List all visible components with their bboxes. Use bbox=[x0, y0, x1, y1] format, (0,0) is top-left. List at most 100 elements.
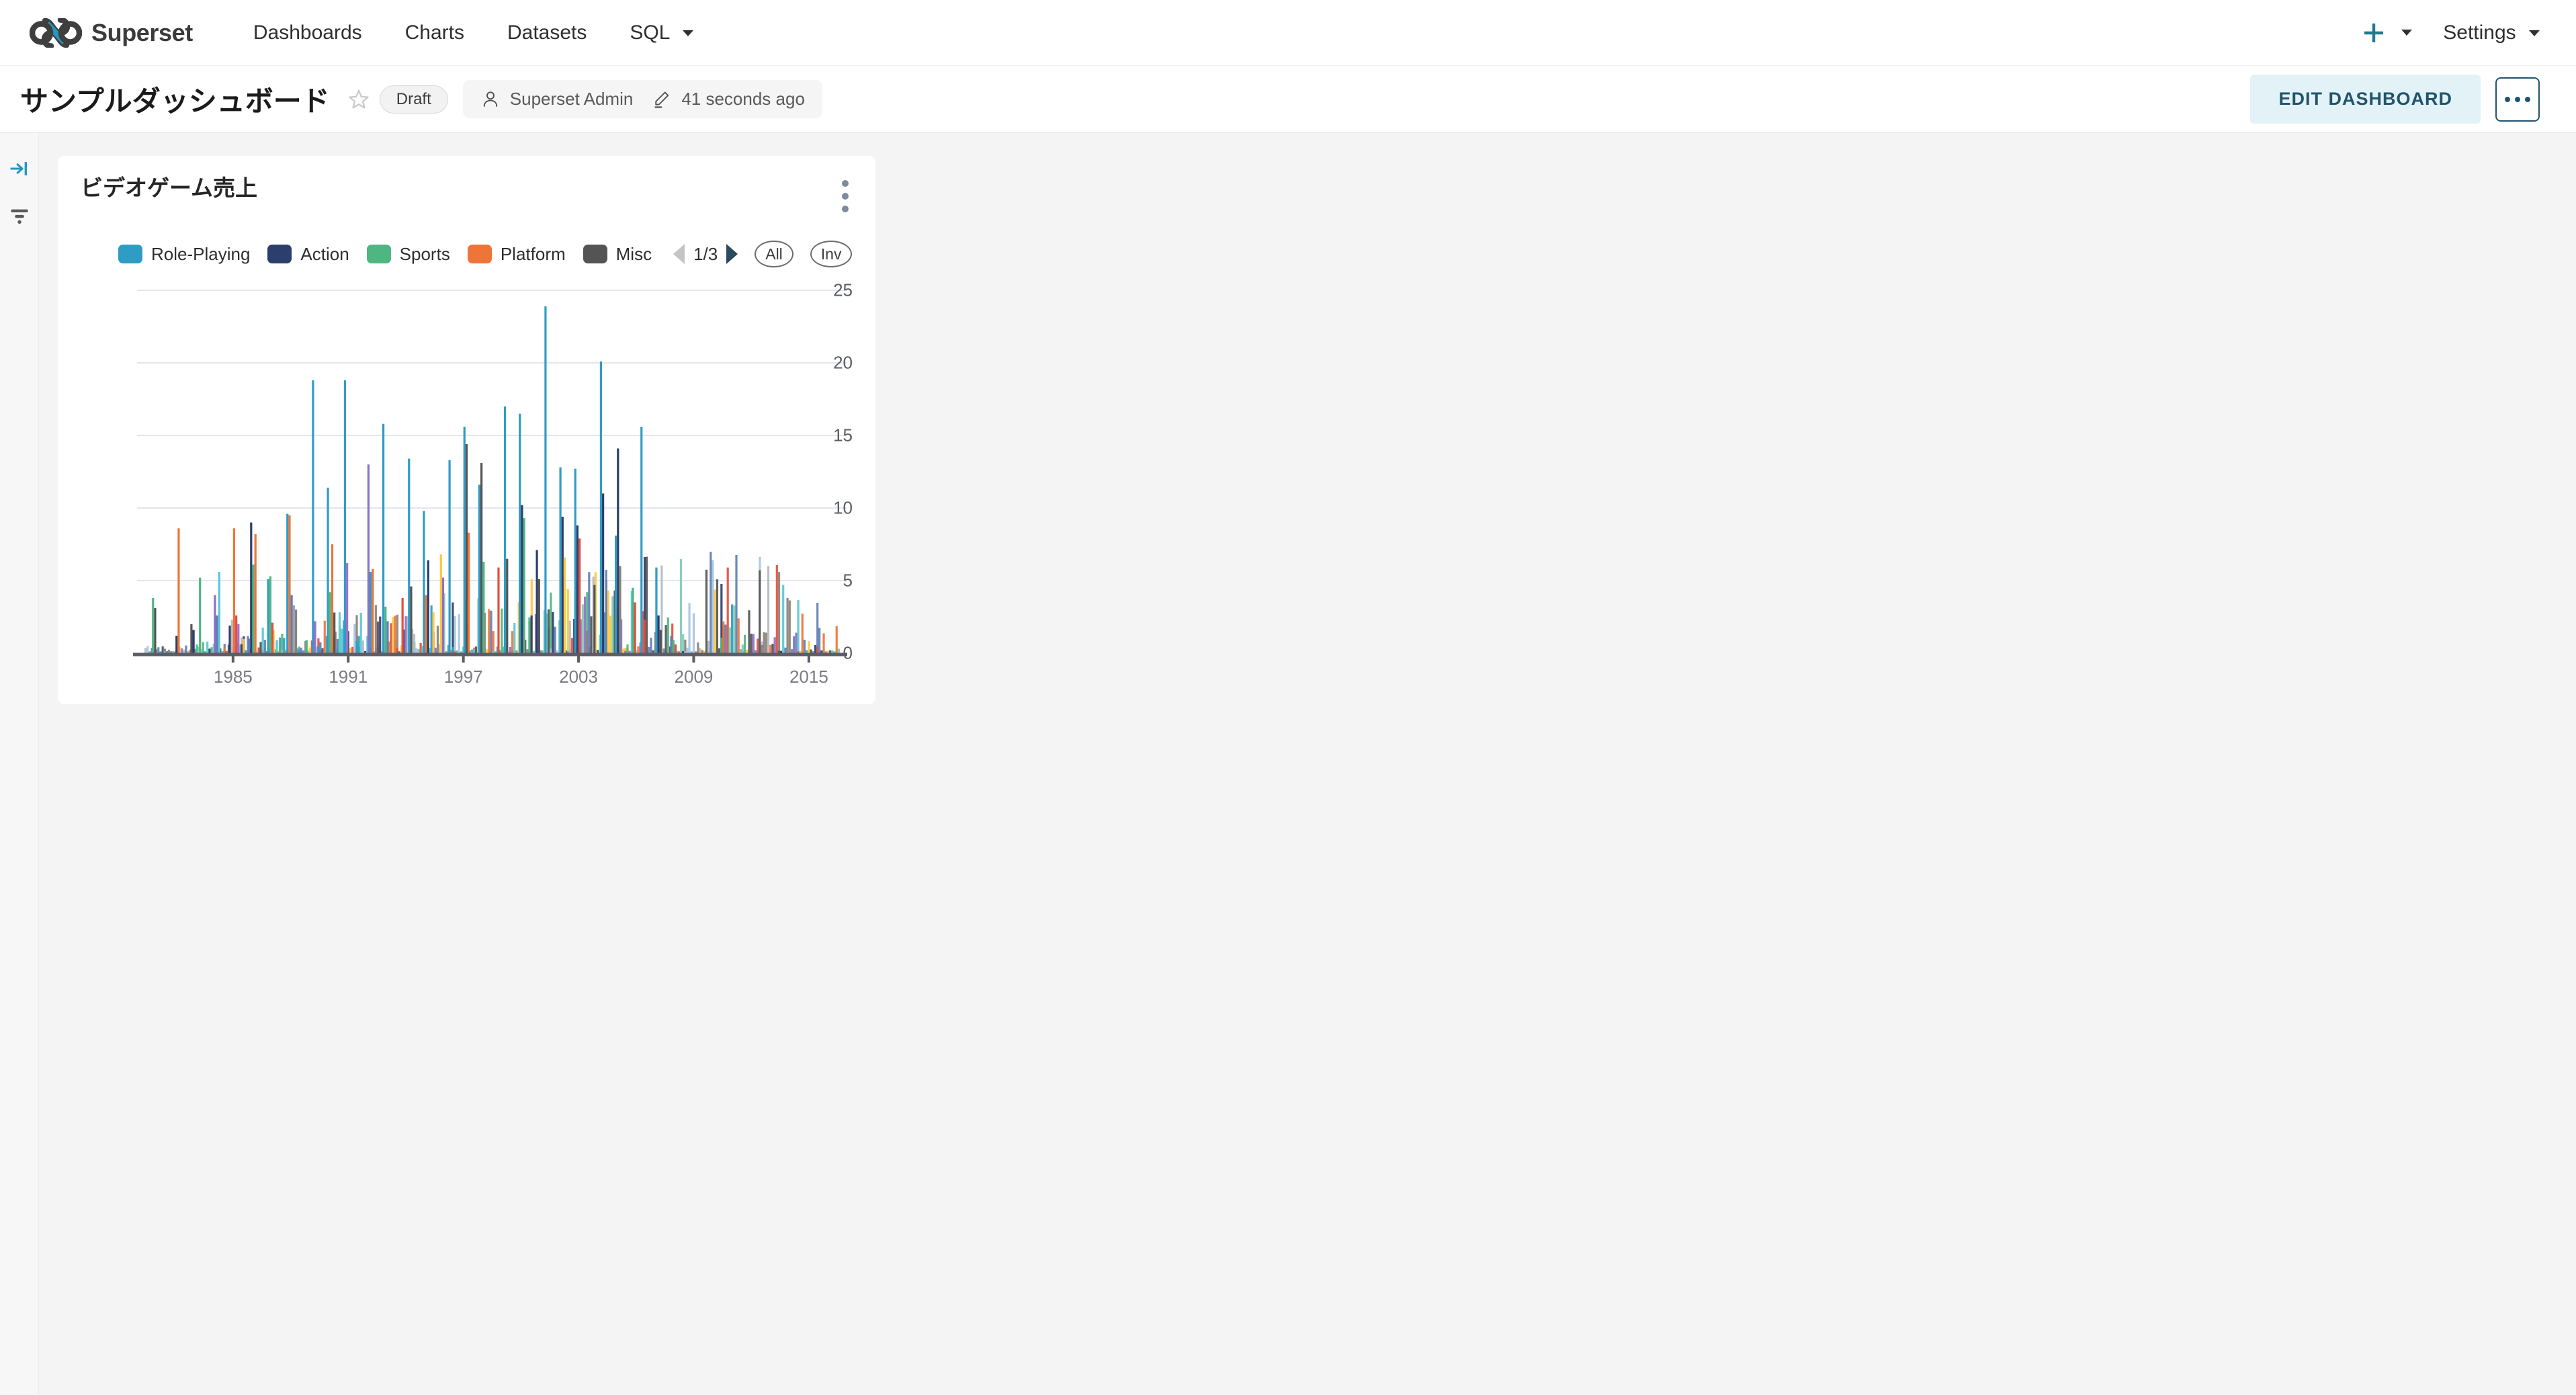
chart-bar bbox=[722, 622, 725, 654]
user-icon bbox=[480, 89, 501, 110]
chart-bar bbox=[506, 559, 509, 654]
chart-bar bbox=[607, 591, 609, 654]
triangle-left-icon[interactable] bbox=[673, 244, 685, 265]
chart-bar bbox=[250, 523, 253, 654]
legend-swatch-icon bbox=[366, 245, 391, 264]
legend-invert-button[interactable]: Inv bbox=[810, 241, 853, 268]
chart-bar bbox=[218, 572, 220, 654]
chart-legend: Role-Playing Action Sports Platform Misc bbox=[81, 241, 853, 268]
chart-bar bbox=[503, 407, 507, 654]
more-horizontal-icon[interactable] bbox=[2495, 77, 2540, 122]
chart-bar bbox=[470, 650, 473, 654]
x-axis-tick-label: 1991 bbox=[329, 667, 368, 687]
chart-bar bbox=[650, 638, 652, 654]
nav-link-dashboards[interactable]: Dashboards bbox=[232, 0, 384, 66]
chart-bar bbox=[454, 616, 456, 654]
chart-bar bbox=[777, 650, 780, 654]
chart-bar bbox=[263, 640, 266, 654]
chart-bar bbox=[486, 649, 488, 654]
chart-bar bbox=[769, 645, 772, 654]
chart-bar bbox=[463, 427, 466, 654]
nav-link-charts-label: Charts bbox=[404, 21, 464, 44]
left-rail bbox=[0, 133, 39, 1394]
chart-bar bbox=[684, 640, 687, 654]
dashboard-owner: Superset Admin bbox=[509, 89, 634, 109]
chart-bar bbox=[707, 641, 710, 654]
top-navbar: Superset Dashboards Charts Datasets SQL bbox=[0, 0, 2576, 66]
chart-bar bbox=[584, 597, 587, 654]
chart-bar bbox=[767, 566, 770, 654]
chart-bar bbox=[657, 616, 660, 654]
dot bbox=[2505, 96, 2510, 102]
chart-bar bbox=[754, 650, 757, 654]
chart-bar bbox=[523, 518, 525, 654]
legend-label: Sports bbox=[399, 243, 450, 264]
chart-bar bbox=[588, 572, 591, 654]
nav-link-datasets[interactable]: Datasets bbox=[486, 0, 608, 66]
vertical-dots-icon[interactable] bbox=[838, 175, 853, 218]
nav-link-charts[interactable]: Charts bbox=[384, 0, 486, 66]
chart-bar bbox=[167, 650, 171, 654]
star-outline-icon[interactable] bbox=[347, 88, 370, 111]
chart-bar bbox=[634, 602, 636, 654]
chart-bar bbox=[294, 609, 298, 654]
chart-bar bbox=[501, 609, 503, 654]
chart-bar bbox=[750, 634, 753, 654]
chart-bar bbox=[535, 550, 538, 654]
filter-funnel-icon[interactable] bbox=[8, 204, 31, 227]
chart-bar bbox=[652, 650, 654, 654]
legend-item-sports[interactable]: Sports bbox=[366, 243, 450, 265]
chart-bar bbox=[801, 614, 804, 654]
chart-bar bbox=[154, 608, 157, 654]
chart-bar bbox=[275, 640, 278, 654]
chart-bar bbox=[672, 640, 675, 654]
x-axis-tick-label: 2003 bbox=[559, 667, 598, 687]
chart-bar bbox=[261, 628, 264, 654]
chart-bar bbox=[679, 559, 683, 654]
legend-item-platform[interactable]: Platform bbox=[467, 244, 566, 265]
x-axis-tick-label: 2009 bbox=[674, 667, 714, 687]
chart-bar bbox=[748, 610, 750, 654]
chart-bar bbox=[643, 620, 646, 654]
chart-bar bbox=[622, 648, 625, 654]
chart-bar bbox=[248, 638, 251, 654]
chart-bar bbox=[298, 649, 300, 654]
chart-bar bbox=[152, 598, 155, 654]
chart-bar bbox=[799, 651, 802, 654]
brand-link[interactable]: Superset bbox=[30, 17, 193, 48]
x-axis-tick-label: 2015 bbox=[789, 667, 828, 687]
chart-bar bbox=[379, 617, 382, 654]
chart-bar bbox=[288, 515, 291, 654]
chart-bar bbox=[341, 629, 343, 654]
chart-bar bbox=[765, 632, 767, 654]
chart-card-header: ビデオゲーム売上 bbox=[81, 175, 853, 218]
edit-dashboard-button[interactable]: EDIT DASHBOARD bbox=[2250, 75, 2481, 124]
chart-bar bbox=[390, 623, 392, 654]
chart-bar bbox=[705, 570, 708, 654]
chart-bar bbox=[355, 641, 358, 654]
chart-bar bbox=[670, 636, 673, 654]
chart-bar bbox=[593, 585, 596, 654]
legend-label: Role-Playing bbox=[151, 243, 251, 264]
chart-bar bbox=[775, 565, 778, 654]
chart-bar bbox=[267, 579, 269, 654]
chart-bar bbox=[478, 484, 481, 654]
new-item-button[interactable] bbox=[2362, 22, 2413, 44]
chart-plot-area[interactable]: 0 5 10 15 20 25 1985 1991 1997 2003 2009 2015 bbox=[81, 280, 853, 691]
chart-bar bbox=[192, 630, 195, 654]
legend-item-misc[interactable]: Misc bbox=[583, 244, 652, 265]
chart-bar bbox=[237, 624, 240, 654]
expand-panel-icon[interactable] bbox=[8, 157, 31, 180]
triangle-right-icon[interactable] bbox=[726, 244, 738, 265]
legend-item-role-playing[interactable]: Role-Playing bbox=[118, 244, 250, 265]
legend-select-all-button[interactable]: All bbox=[755, 241, 793, 268]
nav-link-sql[interactable]: SQL bbox=[608, 0, 714, 66]
status-badge[interactable]: Draft bbox=[379, 85, 448, 114]
settings-menu[interactable]: Settings bbox=[2443, 22, 2540, 44]
dashboard-modified-time: 41 seconds ago bbox=[681, 89, 805, 109]
brand-label: Superset bbox=[91, 18, 193, 46]
chart-bar bbox=[793, 636, 796, 654]
dashboard-meta: Superset Admin 41 seconds ago bbox=[462, 80, 822, 118]
legend-item-action[interactable]: Action bbox=[267, 244, 349, 265]
chart-bar bbox=[410, 587, 413, 654]
